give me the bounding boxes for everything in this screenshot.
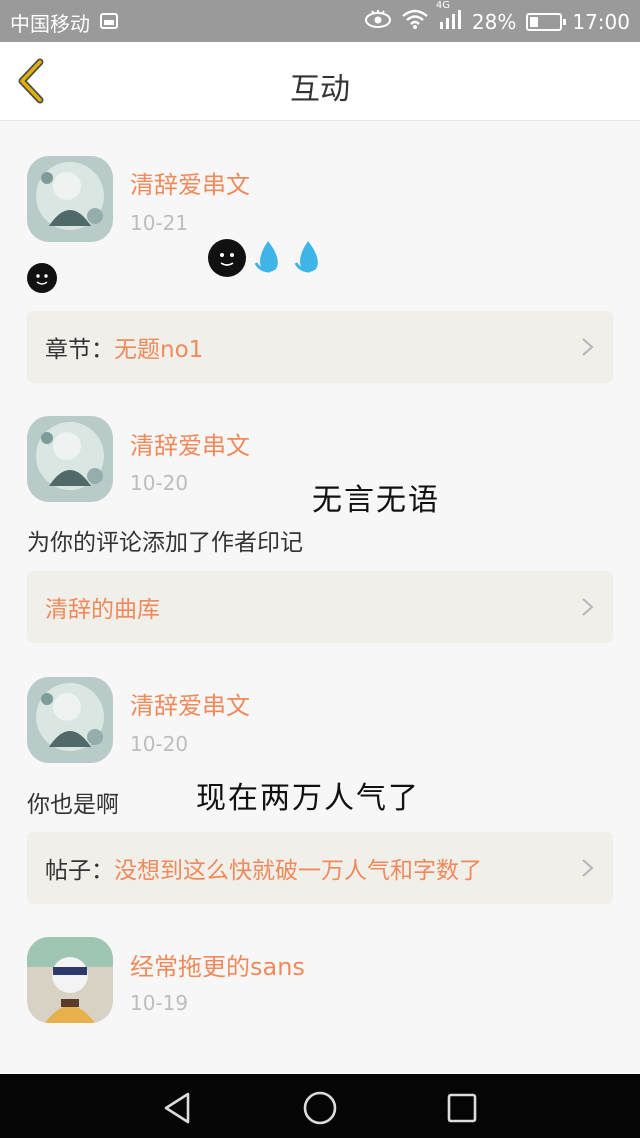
user-avatar[interactable] [27, 156, 113, 242]
network-type-label: 4G [435, 0, 451, 11]
chevron-right-icon [582, 859, 594, 877]
link-prefix: 章节： [45, 337, 114, 363]
signal-icon: 4G [436, 0, 462, 35]
user-avatar[interactable] [27, 937, 113, 1023]
square-recents-icon [447, 1093, 477, 1123]
battery-percent: 28% [471, 9, 517, 34]
wifi-icon [402, 9, 428, 34]
clock: 17:00 [572, 9, 630, 34]
user-avatar[interactable] [27, 677, 113, 763]
post-date: 10-21 [130, 211, 189, 235]
handwritten-annotation: 现在两万人气了 [196, 781, 420, 816]
username[interactable]: 经常拖更的sans [130, 947, 305, 982]
top-app-bar: 互动 [0, 42, 640, 121]
username[interactable]: 清辞爱串文 [130, 686, 250, 721]
carrier-label: 中国移动 [10, 12, 90, 36]
circle-home-icon [303, 1091, 337, 1125]
link-prefix: 帖子： [45, 858, 114, 884]
chevron-right-icon [582, 338, 594, 356]
emoji-face-icon [27, 263, 57, 293]
post-link[interactable]: 帖子： 没想到这么快就破一万人气和字数了 [27, 832, 613, 904]
system-nav-bar [0, 1074, 640, 1138]
username[interactable]: 清辞爱串文 [130, 426, 250, 461]
user-avatar[interactable] [27, 416, 113, 502]
chevron-right-icon [582, 598, 594, 616]
post-date: 10-20 [130, 471, 189, 495]
page-title: 互动 [290, 72, 350, 107]
library-link[interactable]: 清辞的曲库 [27, 571, 613, 643]
handwritten-annotation: 无言无语 [312, 483, 440, 518]
link-title: 无题no1 [114, 337, 204, 363]
status-bar: 中国移动 4G 28% 17:00 [0, 0, 640, 42]
post-date: 10-19 [130, 991, 189, 1015]
triangle-back-icon [164, 1092, 190, 1124]
sticker-face-icon [208, 239, 246, 277]
image-notification-icon [100, 11, 118, 35]
comment-text: 你也是啊 [27, 792, 119, 818]
link-title: 清辞的曲库 [45, 597, 160, 623]
username[interactable]: 清辞爱串文 [130, 165, 250, 200]
comment-text: 为你的评论添加了作者印记 [27, 530, 303, 556]
link-title: 没想到这么快就破一万人气和字数了 [114, 858, 482, 884]
sweat-drop-icon [292, 239, 324, 279]
post-date: 10-20 [130, 732, 189, 756]
nav-recents-button[interactable] [442, 1088, 482, 1128]
eye-icon [364, 9, 392, 34]
chapter-link[interactable]: 章节： 无题no1 [27, 311, 613, 383]
sweat-drop-icon [252, 239, 284, 279]
nav-home-button[interactable] [300, 1088, 340, 1128]
battery-icon [526, 12, 567, 31]
nav-back-button[interactable] [158, 1088, 198, 1128]
